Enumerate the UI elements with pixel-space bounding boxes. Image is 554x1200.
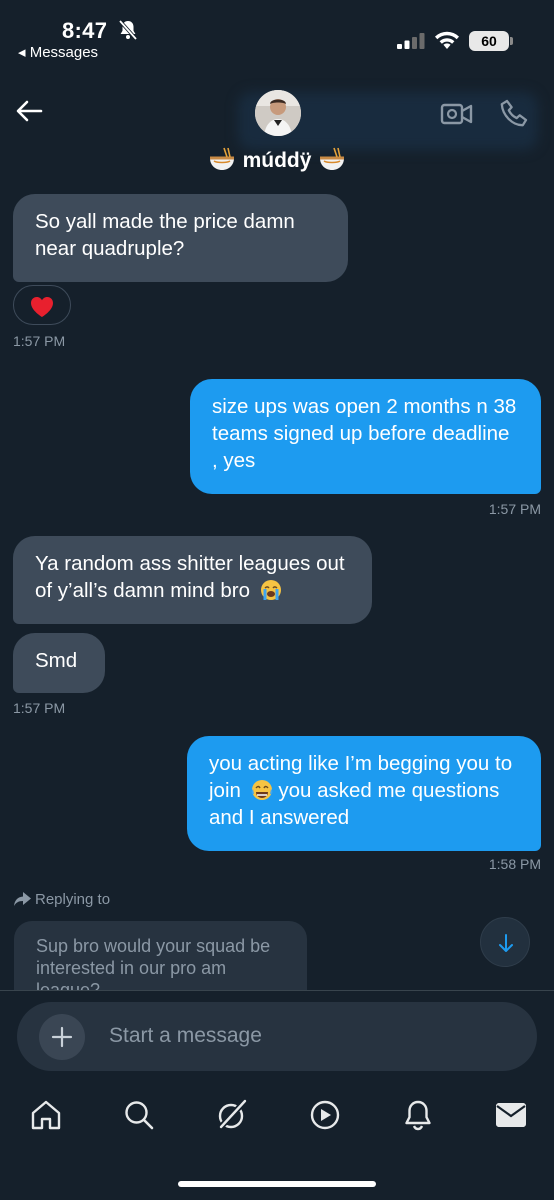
message-timestamp: 1:57 PM xyxy=(13,700,66,716)
battery-level: 60 xyxy=(469,31,509,51)
home-icon[interactable] xyxy=(29,1098,63,1132)
arrow-down-icon xyxy=(499,934,513,952)
cellular-signal-icon xyxy=(397,33,425,49)
heart-reaction[interactable] xyxy=(13,285,71,325)
notifications-icon[interactable] xyxy=(401,1098,435,1132)
loudly-crying-face-icon xyxy=(260,580,281,600)
message-bubble-incoming[interactable]: Ya random ass shitter leagues out of y’a… xyxy=(13,536,372,624)
message-bubble-incoming[interactable]: So yall made the price damn near quadrup… xyxy=(13,194,348,282)
message-bubble-outgoing[interactable]: you acting like I’m begging you to join … xyxy=(187,736,541,851)
reply-preview[interactable]: Sup bro would your squad be interested i… xyxy=(14,921,307,991)
red-heart-icon xyxy=(31,297,53,317)
battery-nub xyxy=(510,37,513,45)
message-bubble-incoming[interactable]: Smd xyxy=(13,633,105,693)
message-bubble-outgoing[interactable]: size ups was open 2 months n 38 teams si… xyxy=(190,379,541,494)
back-to-messages-link[interactable]: ◂ Messages xyxy=(18,43,98,61)
noodle-bowl-emoji-icon xyxy=(209,147,234,170)
noodle-bowl-emoji-icon xyxy=(320,147,345,170)
plus-icon xyxy=(51,1026,73,1048)
message-input[interactable] xyxy=(109,1024,439,1048)
messages-icon[interactable] xyxy=(494,1098,528,1132)
tears-of-joy-face-icon xyxy=(251,780,273,800)
message-timestamp: 1:58 PM xyxy=(488,856,541,872)
status-bar: 8:47 ◂ Messages 60 xyxy=(0,0,554,70)
replying-to-label: Replying to xyxy=(14,891,110,908)
home-indicator xyxy=(178,1181,376,1187)
back-arrow-icon[interactable] xyxy=(14,96,44,126)
voice-message-icon[interactable] xyxy=(483,1022,511,1052)
contact-name[interactable]: múddÿ xyxy=(0,146,554,173)
add-media-button[interactable] xyxy=(39,1014,85,1060)
search-icon[interactable] xyxy=(122,1098,156,1132)
phone-call-icon[interactable] xyxy=(498,98,530,130)
video-call-icon[interactable] xyxy=(440,99,474,129)
message-timestamp: 1:57 PM xyxy=(488,501,541,517)
bottom-navigation xyxy=(0,1090,554,1150)
message-timestamp: 1:57 PM xyxy=(13,333,66,349)
grok-icon[interactable] xyxy=(215,1098,249,1132)
video-play-icon[interactable] xyxy=(308,1098,342,1132)
scroll-to-bottom-button[interactable] xyxy=(480,917,530,967)
wifi-icon xyxy=(435,31,459,49)
reply-arrow-icon xyxy=(14,892,31,906)
contact-name-text: múddÿ xyxy=(242,149,312,172)
message-composer xyxy=(17,1002,537,1071)
replying-to-text: Replying to xyxy=(35,891,111,908)
silent-bell-icon xyxy=(118,19,138,41)
status-time: 8:47 xyxy=(62,18,108,43)
divider xyxy=(0,990,554,991)
message-text: Ya random ass shitter leagues out of y’a… xyxy=(35,552,345,602)
avatar[interactable] xyxy=(255,90,301,136)
